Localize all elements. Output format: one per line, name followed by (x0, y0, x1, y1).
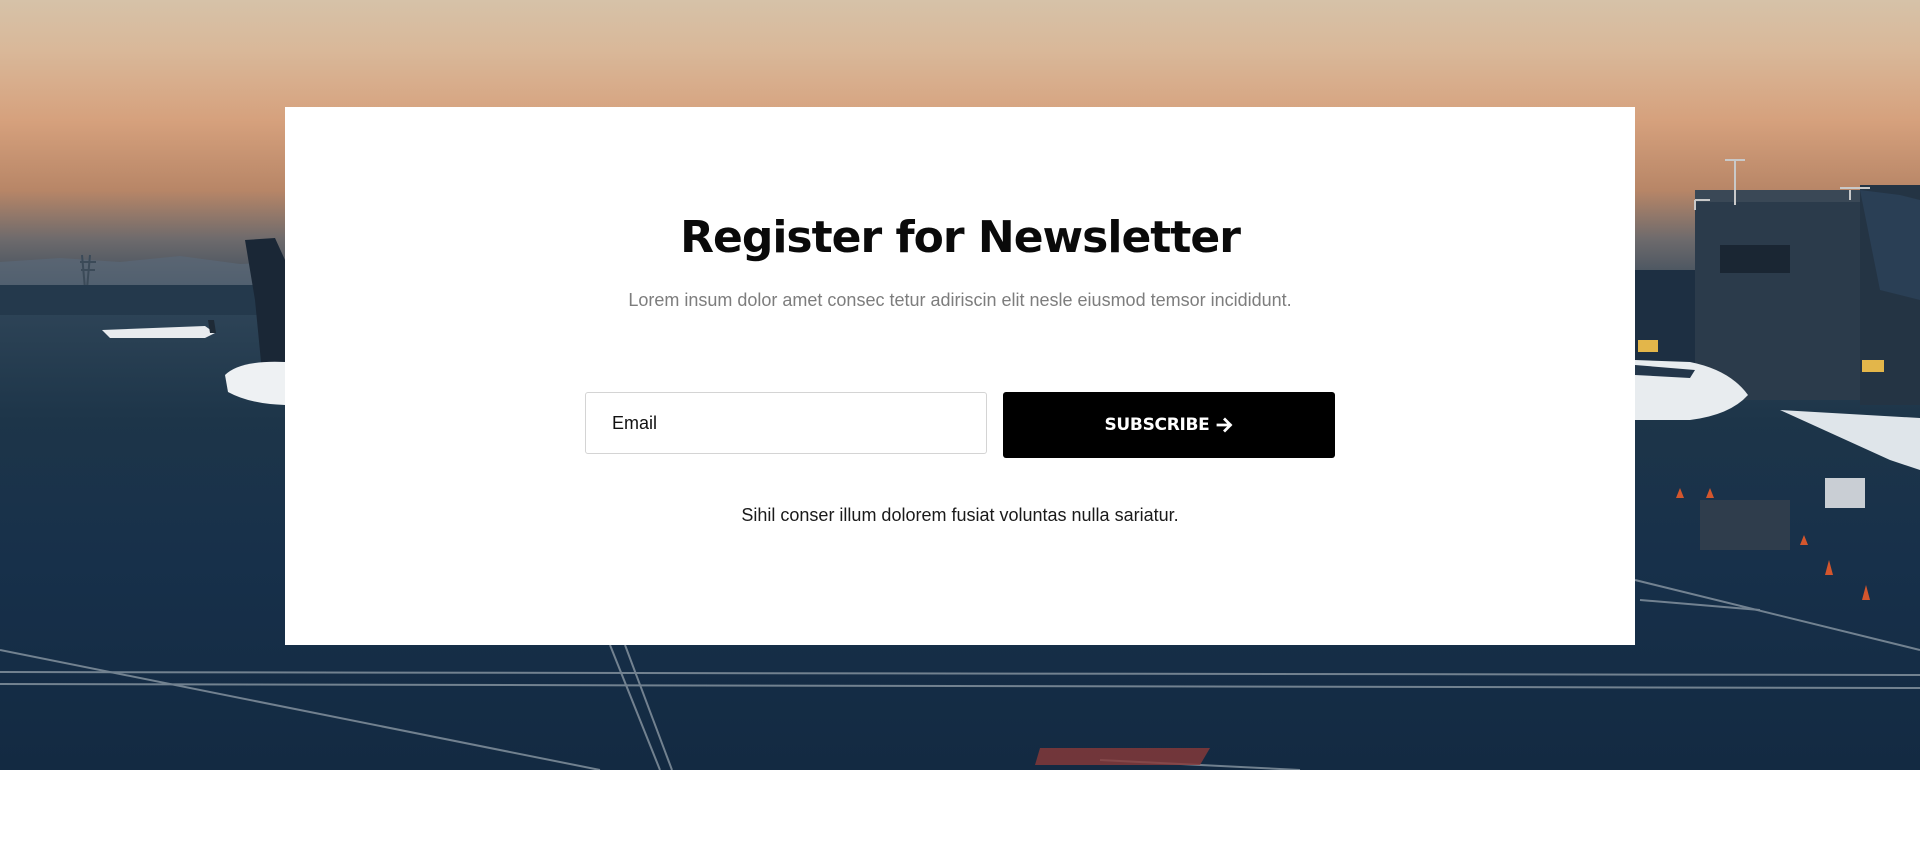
newsletter-note: Sihil conser illum dolorem fusiat volunt… (741, 505, 1179, 525)
subscribe-button-label: SUBSCRIBE (1104, 415, 1210, 435)
arrow-right-icon (1216, 416, 1234, 434)
subscribe-button[interactable]: SUBSCRIBE (1003, 392, 1335, 458)
page-title: Register for Newsletter (680, 212, 1241, 263)
newsletter-subtitle: Lorem insum dolor amet consec tetur adir… (628, 290, 1292, 310)
email-field[interactable] (585, 392, 987, 454)
newsletter-card (285, 107, 1635, 645)
